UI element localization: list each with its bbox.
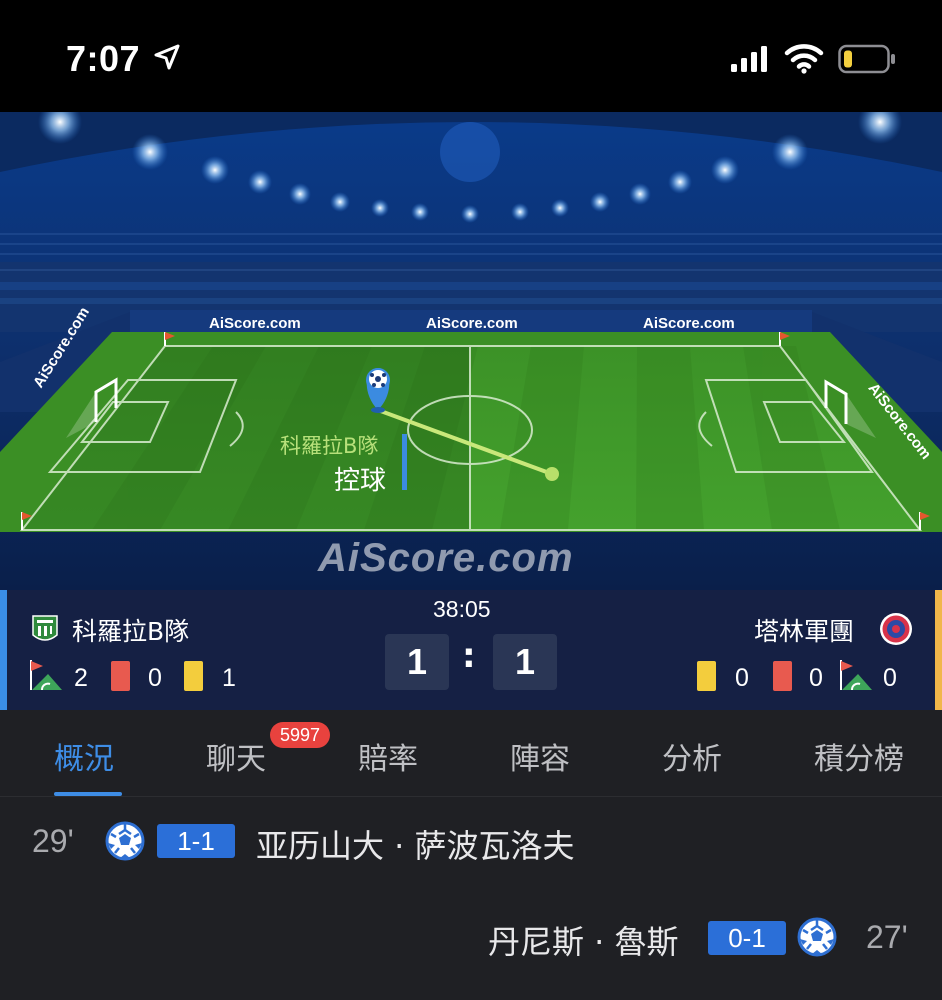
wifi-icon — [784, 44, 824, 74]
tab-odds[interactable]: 賠率 — [358, 734, 418, 778]
pitch-watermark: AiScore.com — [318, 536, 574, 580]
ad-board-brand: AiScore.com — [426, 315, 518, 332]
corner-kick-icon — [840, 660, 872, 691]
location-arrow-icon — [154, 44, 180, 70]
match-tracker: AiScore.com AiScore.com AiScore.com AiSc… — [0, 112, 942, 590]
match-clock: 38:05 — [433, 596, 491, 622]
goal-ball-icon — [105, 821, 145, 861]
tab-standings[interactable]: 積分榜 — [814, 734, 904, 778]
away-team-name[interactable]: 塔林軍團 — [754, 612, 854, 648]
score-separator: : — [462, 636, 476, 676]
tab-overview[interactable]: 概況 — [54, 734, 114, 778]
tab-chat[interactable]: 聊天 — [206, 734, 266, 778]
home-red-cards: 0 — [148, 664, 162, 692]
corner-kick-icon — [30, 660, 62, 691]
tab-bar: 概況 聊天 5997 賠率 陣容 分析 積分榜 — [0, 710, 942, 797]
possession-indicator — [402, 434, 407, 490]
stadium-graphic — [0, 112, 942, 590]
active-tab-indicator — [54, 792, 122, 796]
event-minute: 27' — [866, 919, 908, 955]
event-player: 亚历山大 · 萨波瓦洛夫 — [256, 827, 575, 865]
away-team-logo[interactable] — [879, 612, 913, 646]
home-team-name[interactable]: 科羅拉B隊 — [72, 612, 189, 648]
away-yellow-cards: 0 — [735, 664, 749, 692]
home-corners: 2 — [74, 664, 88, 692]
red-card-icon — [773, 661, 792, 691]
status-bar: 7:07 — [0, 0, 942, 112]
away-red-cards: 0 — [809, 664, 823, 692]
event-score: 0-1 — [708, 921, 786, 955]
home-yellow-cards: 1 — [222, 664, 236, 692]
home-team-logo[interactable] — [32, 615, 58, 645]
ad-board-brand: AiScore.com — [643, 315, 735, 332]
goal-ball-icon — [797, 917, 837, 957]
scoreboard: 科羅拉B隊 2 0 1 38:05 1 : 1 塔林軍團 0 0 0 — [0, 590, 942, 710]
status-time: 7:07 — [66, 38, 141, 79]
chat-count-badge: 5997 — [270, 722, 331, 748]
red-card-icon — [111, 661, 130, 691]
tab-analysis[interactable]: 分析 — [662, 734, 722, 778]
away-corners: 0 — [883, 664, 897, 692]
ad-board-brand: AiScore.com — [209, 315, 301, 332]
away-team-color — [935, 590, 942, 710]
home-score: 1 — [385, 634, 449, 690]
away-score: 1 — [493, 634, 557, 690]
battery-low-icon — [838, 44, 895, 74]
possession-team: 科羅拉B隊 — [280, 434, 379, 458]
cellular-signal-icon — [731, 46, 767, 72]
yellow-card-icon — [184, 661, 203, 691]
home-team-color — [0, 590, 7, 710]
event-timeline: 29' 1-1 亚历山大 · 萨波瓦洛夫 丹尼斯 · 魯斯 0-1 27' — [0, 797, 942, 1000]
event-player: 丹尼斯 · 魯斯 — [488, 923, 679, 961]
tab-lineup[interactable]: 陣容 — [510, 734, 570, 778]
event-score: 1-1 — [157, 824, 235, 858]
event-minute: 29' — [32, 823, 74, 859]
possession-label: 控球 — [334, 466, 387, 496]
yellow-card-icon — [697, 661, 716, 691]
